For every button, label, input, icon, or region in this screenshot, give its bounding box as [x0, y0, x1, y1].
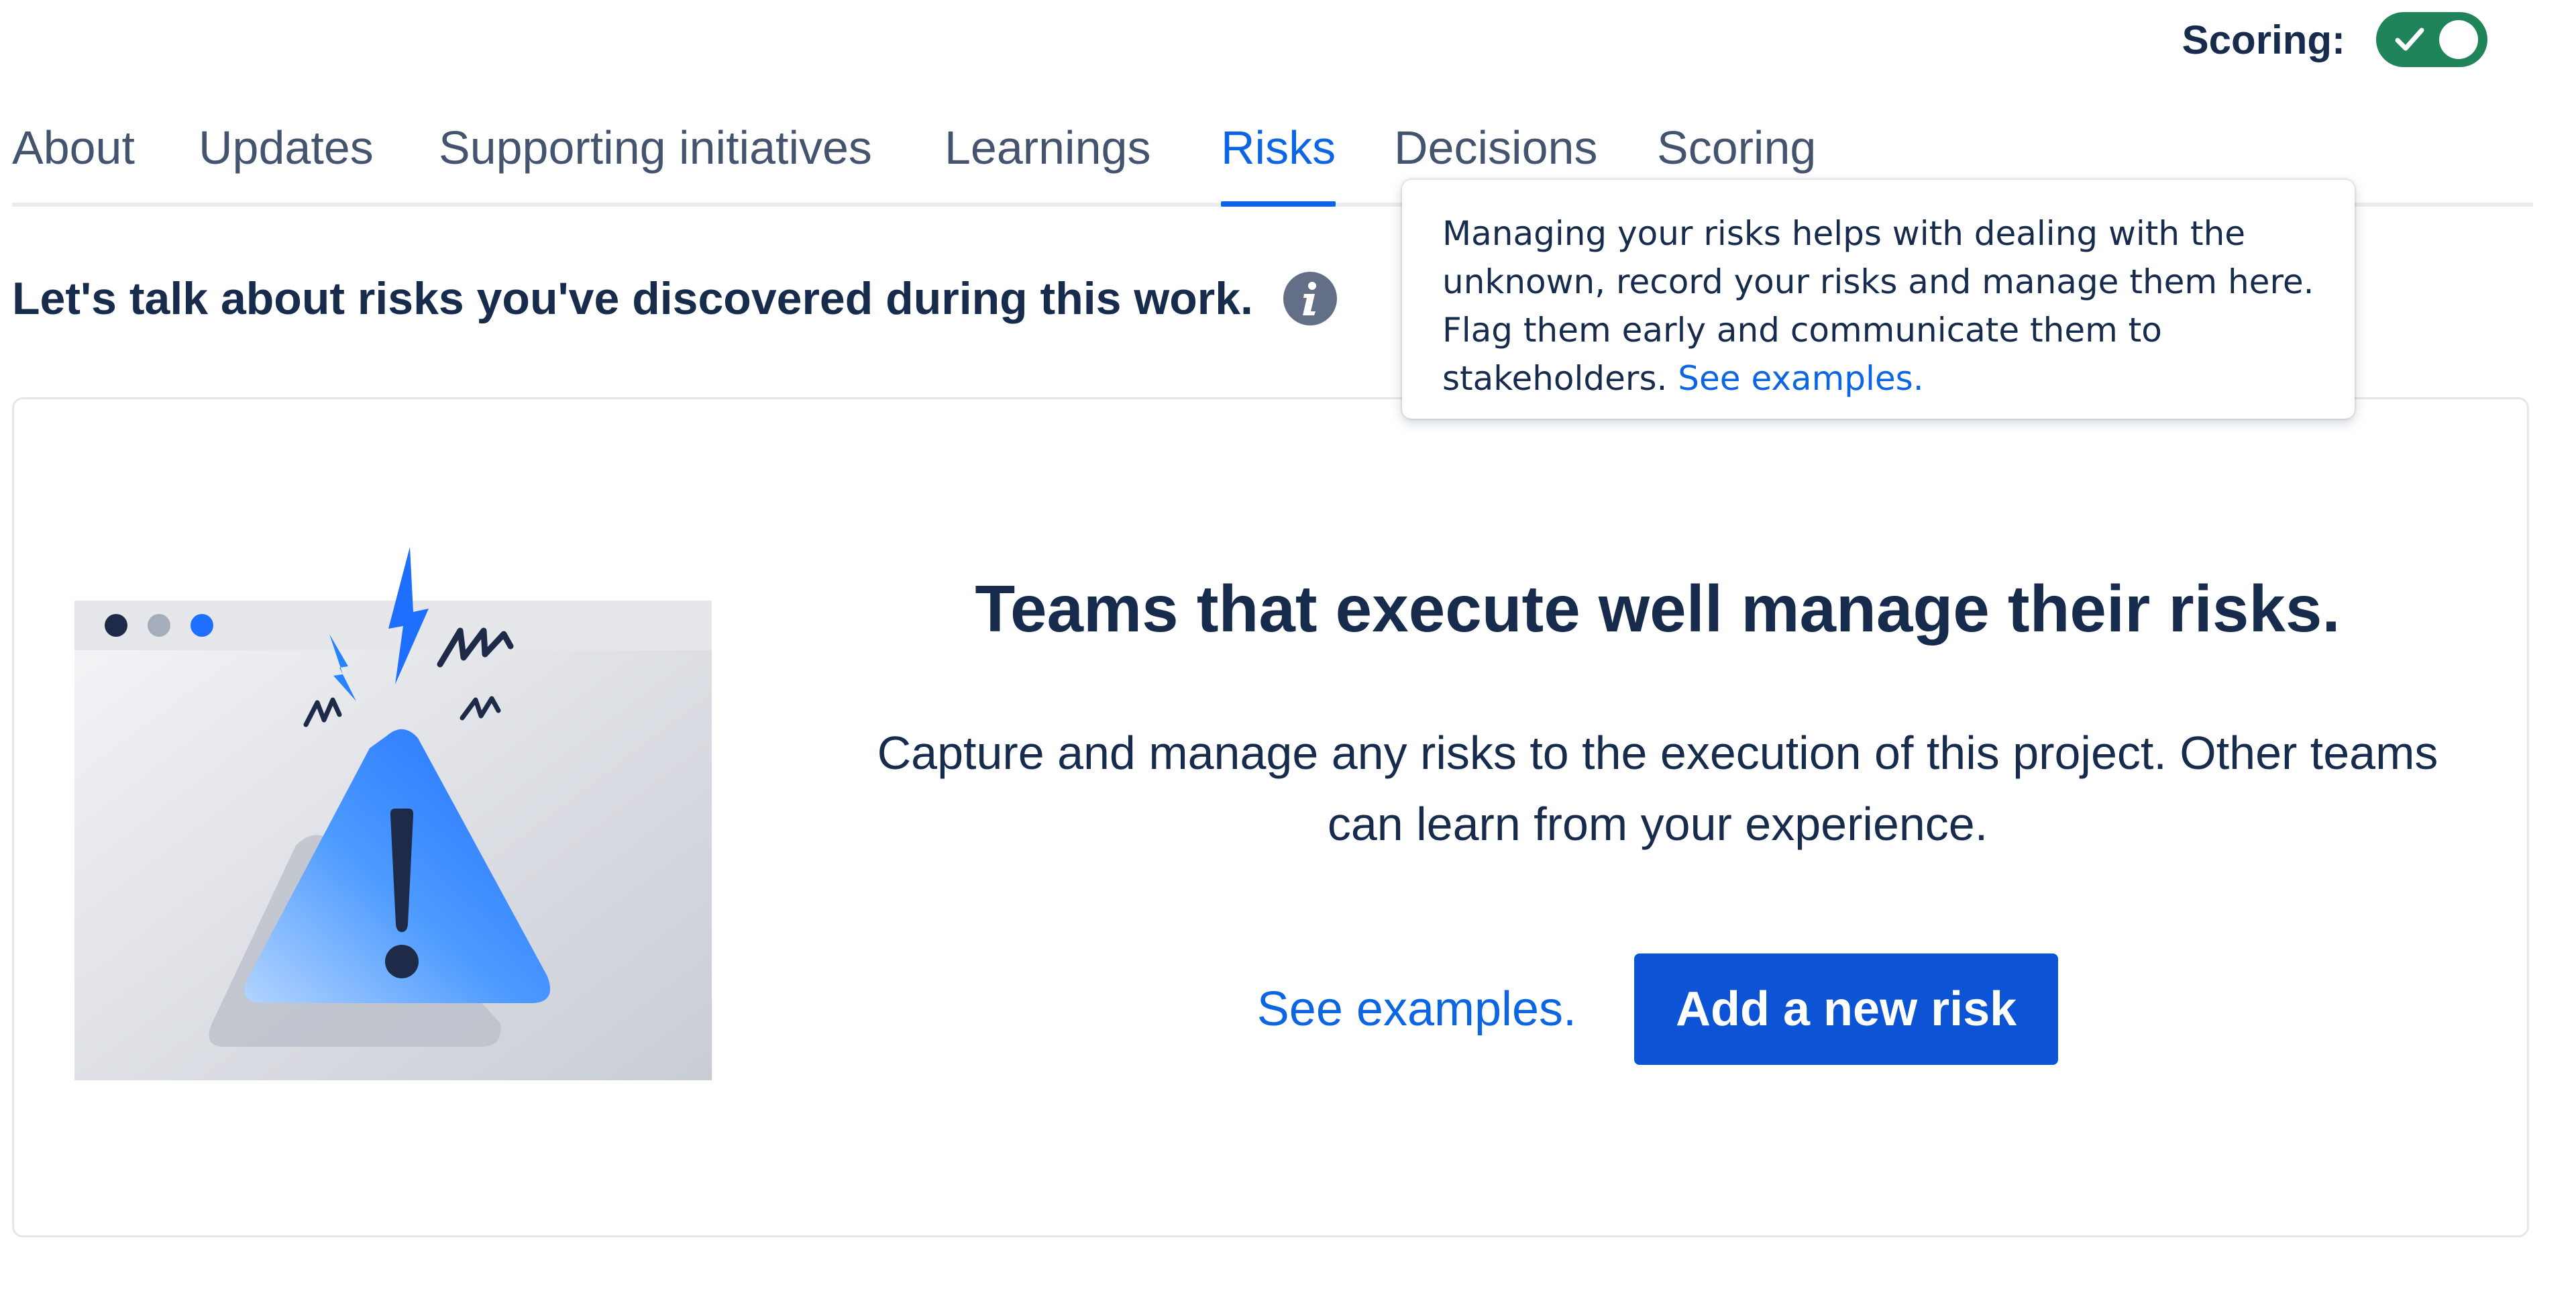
check-icon [2395, 28, 2424, 51]
tab-updates[interactable]: Updates [199, 114, 374, 203]
tooltip-see-examples-link[interactable]: See examples. [1678, 359, 1923, 398]
tab-risks[interactable]: Risks [1221, 114, 1336, 207]
risks-info-tooltip: Managing your risks helps with dealing w… [1402, 180, 2355, 419]
scoring-toggle[interactable] [2376, 12, 2487, 67]
tab-learnings[interactable]: Learnings [945, 114, 1150, 203]
empty-state-title: Teams that execute well manage their ris… [975, 572, 2341, 646]
empty-state-description: Capture and manage any risks to the exec… [877, 726, 2438, 850]
toggle-knob [2439, 20, 2478, 59]
empty-state-actions: See examples. Add a new risk [866, 953, 2449, 1066]
empty-state-content: Teams that execute well manage their ris… [866, 570, 2449, 1066]
info-icon[interactable] [1283, 271, 1338, 326]
intro-heading: Let's talk about risks you've discovered… [12, 273, 1253, 324]
tab-about[interactable]: About [12, 114, 135, 203]
risks-intro: Let's talk about risks you've discovered… [12, 271, 1338, 326]
see-examples-link[interactable]: See examples. [1257, 982, 1576, 1037]
risks-empty-state-card: Teams that execute well manage their ris… [12, 397, 2529, 1237]
add-new-risk-button[interactable]: Add a new risk [1634, 953, 2059, 1066]
warning-triangle-illustration [74, 547, 712, 1080]
scoring-control: Scoring: [2182, 12, 2487, 67]
scoring-label: Scoring: [2182, 17, 2345, 62]
tab-supporting-initiatives[interactable]: Supporting initiatives [439, 114, 872, 203]
